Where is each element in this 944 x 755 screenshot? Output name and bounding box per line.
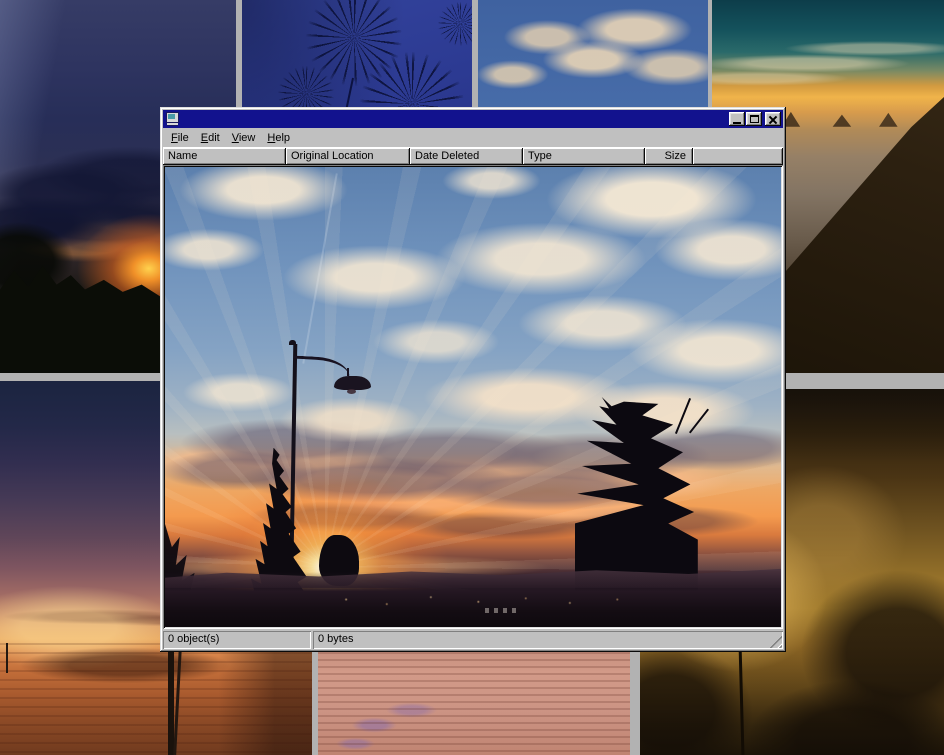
building-lights	[485, 608, 517, 613]
sunset-streetlamp-photo	[165, 167, 781, 627]
file-list-area[interactable]	[163, 165, 783, 629]
menu-bar: File Edit View Help	[163, 128, 783, 148]
flower-umbel	[438, 2, 472, 46]
close-button[interactable]	[765, 112, 781, 126]
maximize-icon	[750, 115, 759, 123]
minimize-icon	[733, 122, 741, 124]
monitor-screen	[168, 114, 175, 119]
menu-help[interactable]: Help	[261, 130, 296, 146]
street-lamp-shade	[334, 376, 371, 390]
title-bar[interactable]	[163, 110, 783, 128]
status-bytes-text: 0 bytes	[318, 633, 353, 645]
column-header-original-location[interactable]: Original Location	[286, 148, 410, 165]
menu-edit[interactable]: Edit	[195, 130, 226, 146]
menu-view[interactable]: View	[226, 130, 262, 146]
street-lamp-bulb	[347, 389, 356, 394]
column-header-date-deleted[interactable]: Date Deleted	[410, 148, 523, 165]
status-bytes: 0 bytes	[313, 631, 783, 649]
maximize-button[interactable]	[746, 112, 762, 126]
water-surface	[0, 643, 312, 755]
street-lamp-cap	[289, 340, 296, 345]
minimize-button[interactable]	[729, 112, 745, 126]
reed-stem	[739, 645, 745, 755]
column-header-filler	[693, 148, 783, 165]
column-header-name[interactable]: Name	[163, 148, 286, 165]
column-headers: Name Original Location Date Deleted Type…	[163, 148, 783, 165]
column-header-type[interactable]: Type	[523, 148, 645, 165]
status-objects: 0 object(s)	[163, 631, 311, 649]
monitor-base	[167, 123, 178, 126]
window-icon	[165, 112, 180, 126]
column-header-size[interactable]: Size	[645, 148, 693, 165]
window-controls	[729, 112, 781, 126]
water-stick	[6, 643, 8, 673]
status-bar: 0 object(s) 0 bytes	[163, 629, 783, 649]
desktop: File Edit View Help Name Original Locati…	[0, 0, 944, 755]
recycle-bin-window: File Edit View Help Name Original Locati…	[160, 107, 786, 652]
close-icon	[768, 115, 778, 124]
resize-grip-icon[interactable]	[769, 635, 782, 648]
menu-file[interactable]: File	[165, 130, 195, 146]
